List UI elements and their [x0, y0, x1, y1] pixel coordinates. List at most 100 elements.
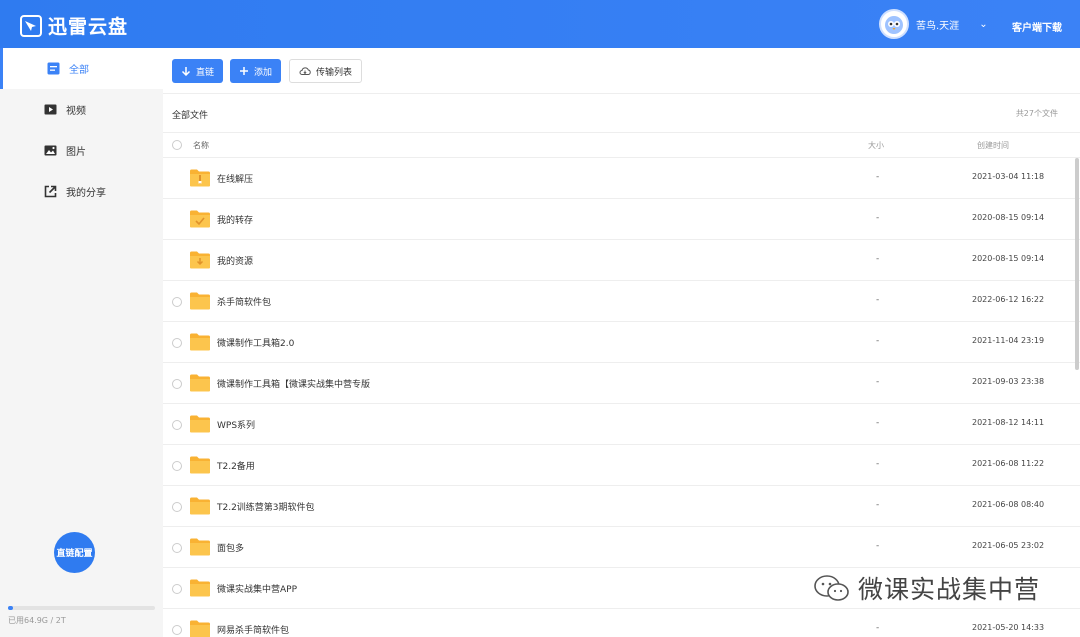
username: 苦鸟.天涯	[916, 20, 960, 32]
sidebar-item-label: 图片	[66, 147, 86, 158]
breadcrumb-all-files[interactable]: 全部文件	[172, 108, 208, 121]
row-checkbox[interactable]	[172, 502, 182, 512]
select-all-checkbox[interactable]	[172, 140, 182, 150]
video-icon	[44, 104, 57, 115]
table-row[interactable]: 网易杀手简软件包 - 2021-05-20 14:33	[163, 609, 1080, 637]
folder-icon	[190, 292, 210, 310]
folder-icon	[190, 333, 210, 351]
table-row[interactable]: 我的转存 - 2020-08-15 09:14	[163, 199, 1080, 240]
folder-icon	[190, 251, 210, 269]
direct-link-config-button[interactable]: 直链配置	[54, 532, 95, 573]
sidebar-item-label: 全部	[69, 65, 89, 76]
file-name[interactable]: 在线解压	[217, 172, 253, 185]
file-created-time: 2021-11-04 23:19	[972, 336, 1045, 345]
sidebar-item-my-share[interactable]: 我的分享	[0, 171, 163, 212]
row-checkbox[interactable]	[172, 625, 182, 635]
file-name[interactable]: 我的资源	[217, 254, 253, 267]
sidebar-item-all[interactable]: 全部	[0, 48, 163, 89]
table-row[interactable]: 面包多 - 2021-06-05 23:02	[163, 527, 1080, 568]
file-size: -	[876, 623, 880, 633]
file-size: -	[876, 254, 880, 264]
column-created[interactable]: 创建时间	[977, 140, 1009, 151]
file-name[interactable]: 微课实战集中营APP	[217, 582, 297, 595]
table-row[interactable]: T2.2备用 - 2021-06-08 11:22	[163, 445, 1080, 486]
table-row[interactable]: 微课制作工具箱【微课实战集中营专版 - 2021-09-03 23:38	[163, 363, 1080, 404]
row-checkbox[interactable]	[172, 543, 182, 553]
row-checkbox[interactable]	[172, 338, 182, 348]
file-size: -	[876, 336, 880, 346]
file-name[interactable]: 网易杀手简软件包	[217, 623, 289, 636]
arrow-down-icon	[181, 67, 191, 76]
direct-link-label: 直链	[196, 67, 215, 78]
row-checkbox[interactable]	[172, 584, 182, 594]
client-download-link[interactable]: 客户端下载	[1012, 19, 1062, 34]
folder-icon	[190, 497, 210, 515]
folder-icon	[190, 538, 210, 556]
sidebar-item-label: 视频	[66, 106, 86, 117]
file-created-time: 2021-06-05 23:02	[972, 541, 1045, 550]
watermark-text: 微课实战集中营	[858, 575, 1041, 604]
file-size: -	[876, 418, 880, 428]
column-size[interactable]: 大小	[868, 140, 884, 151]
sidebar: 全部 视频 图片 我的分享 直链配置 已用64.9G / 2T	[0, 48, 163, 637]
row-checkbox[interactable]	[172, 297, 182, 307]
folder-icon	[190, 374, 210, 392]
app-logo[interactable]: 迅雷云盘	[20, 12, 128, 39]
transfer-list-label: 传输列表	[316, 67, 353, 78]
file-created-time: 2021-08-12 14:11	[972, 418, 1045, 427]
file-table-header: 名称 大小 创建时间	[163, 133, 1080, 158]
table-row[interactable]: 我的资源 - 2020-08-15 09:14	[163, 240, 1080, 281]
folder-icon	[190, 210, 210, 228]
transfer-list-button[interactable]: 传输列表	[289, 59, 363, 83]
file-name[interactable]: T2.2训练营第3期软件包	[217, 500, 315, 513]
table-row[interactable]: T2.2训练营第3期软件包 - 2021-06-08 08:40	[163, 486, 1080, 527]
file-created-time: 2021-09-03 23:38	[972, 377, 1045, 386]
sidebar-item-video[interactable]: 视频	[0, 89, 163, 130]
file-size: -	[876, 213, 880, 223]
folder-icon	[190, 579, 210, 597]
file-size: -	[876, 172, 880, 182]
sidebar-item-label: 我的分享	[66, 188, 106, 199]
file-list: 在线解压 - 2021-03-04 11:18 我的转存 - 2020-08-15 09:…	[163, 158, 1080, 637]
table-row[interactable]: WPS系列 - 2021-08-12 14:11	[163, 404, 1080, 445]
storage-usage-text: 已用64.9G / 2T	[8, 616, 66, 625]
wechat-icon	[814, 575, 849, 601]
add-label: 添加	[254, 67, 273, 78]
plus-icon	[240, 67, 248, 75]
file-created-time: 2021-05-20 14:33	[972, 623, 1045, 632]
scrollbar[interactable]	[1075, 158, 1079, 370]
user-menu[interactable]: 苦鸟.天涯 ⌄	[879, 9, 988, 39]
file-name[interactable]: 面包多	[217, 541, 244, 554]
storage-usage-fill	[8, 606, 13, 610]
row-checkbox[interactable]	[172, 461, 182, 471]
file-name[interactable]: 杀手简软件包	[217, 295, 271, 308]
file-name[interactable]: T2.2备用	[217, 459, 255, 472]
row-checkbox[interactable]	[172, 420, 182, 430]
file-name[interactable]: 微课制作工具箱2.0	[217, 336, 294, 349]
file-name[interactable]: 我的转存	[217, 213, 253, 226]
folder-icon	[190, 456, 210, 474]
file-created-time: 2021-03-04 11:18	[972, 172, 1045, 181]
top-bar: 迅雷云盘 苦鸟.天涯 ⌄ 客户端下载	[0, 0, 1080, 48]
column-name[interactable]: 名称	[193, 140, 209, 151]
table-row[interactable]: 杀手简软件包 - 2022-06-12 16:22	[163, 281, 1080, 322]
image-icon	[44, 145, 57, 156]
file-name[interactable]: 微课制作工具箱【微课实战集中营专版	[217, 377, 370, 390]
share-icon	[44, 185, 57, 198]
add-button[interactable]: 添加	[230, 59, 282, 83]
file-created-time: 2020-08-15 09:14	[972, 254, 1045, 263]
cloud-transfer-icon	[299, 67, 311, 75]
direct-link-button[interactable]: 直链	[172, 59, 224, 83]
file-name[interactable]: WPS系列	[217, 418, 255, 431]
table-row[interactable]: 在线解压 - 2021-03-04 11:18	[163, 158, 1080, 199]
avatar[interactable]	[879, 9, 909, 39]
sidebar-item-images[interactable]: 图片	[0, 130, 163, 171]
file-size: -	[876, 295, 880, 305]
storage-usage-bar	[8, 606, 155, 610]
chevron-down-icon[interactable]: ⌄	[979, 19, 987, 30]
row-checkbox[interactable]	[172, 379, 182, 389]
file-created-time: 2021-06-08 08:40	[972, 500, 1045, 509]
file-created-time: 2021-06-08 11:22	[972, 459, 1045, 468]
table-row[interactable]: 微课制作工具箱2.0 - 2021-11-04 23:19	[163, 322, 1080, 363]
file-created-time: 2020-08-15 09:14	[972, 213, 1045, 222]
